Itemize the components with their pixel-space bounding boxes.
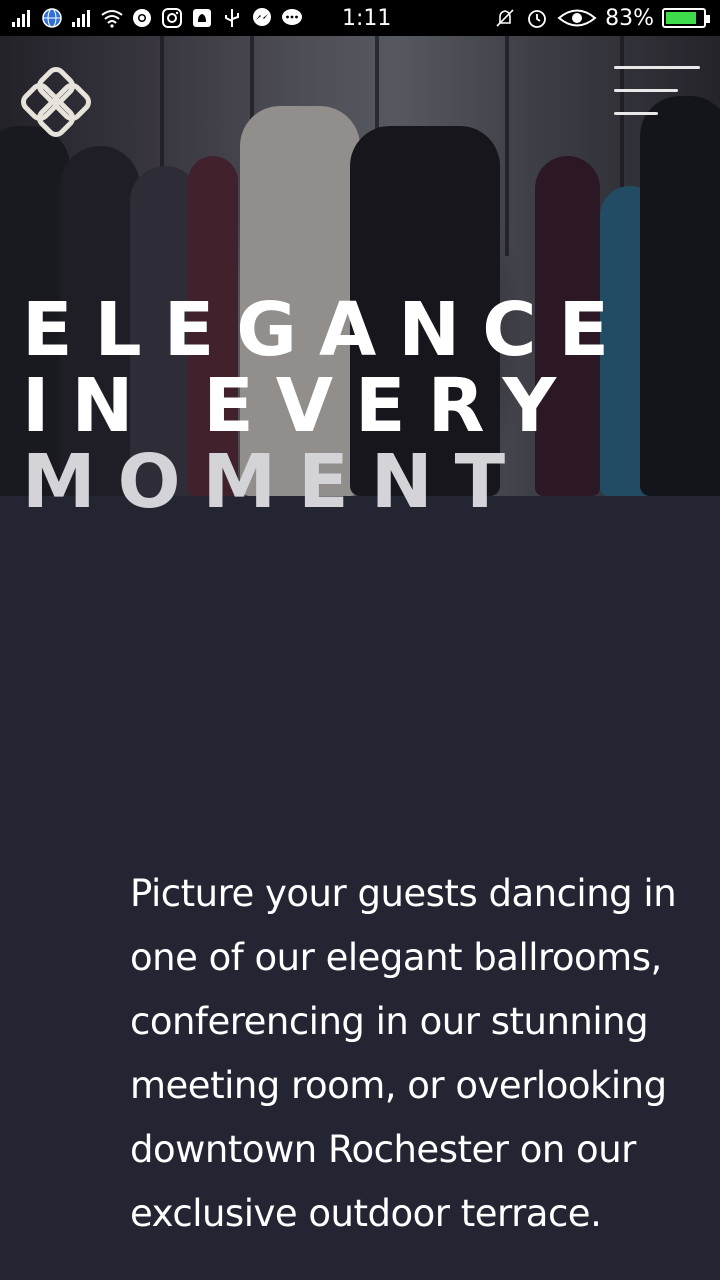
headline-line-1: ELEGANCE [22,287,632,373]
headline-line-3: MOMENT [22,439,528,525]
notification-icon [190,6,214,30]
signal-icon [70,6,94,30]
eye-icon [557,6,597,30]
globe-icon [40,6,64,30]
page: 1:11 83% ELEGANCE IN EVERY MOMENT Pictur… [0,0,720,1280]
chat-icon [280,6,304,30]
hero-headline: ELEGANCE IN EVERY MOMENT [22,292,631,520]
brand-logo[interactable] [20,66,92,138]
battery-level [666,12,696,24]
headline-line-2: IN EVERY [22,363,579,449]
knot-logo-icon [21,67,91,137]
battery-percent: 83% [605,5,654,31]
status-bar: 1:11 83% [0,0,720,36]
intro-paragraph: Picture your guests dancing in one of ou… [130,872,677,1235]
usb-icon [220,6,244,30]
mute-icon [493,6,517,30]
status-icons-right: 83% [493,6,720,31]
instagram-icon [160,6,184,30]
status-icons-left: 1:11 [0,6,391,31]
menu-line [614,66,700,69]
menu-line [614,89,678,92]
messenger-icon [250,6,274,30]
hamburger-menu-icon[interactable] [614,66,700,116]
alarm-icon [525,6,549,30]
menu-line [614,112,658,115]
wifi-icon [100,6,124,30]
status-time: 1:11 [342,5,392,31]
chrome-icon [130,6,154,30]
signal-icon [10,6,34,30]
battery-icon [662,8,710,28]
